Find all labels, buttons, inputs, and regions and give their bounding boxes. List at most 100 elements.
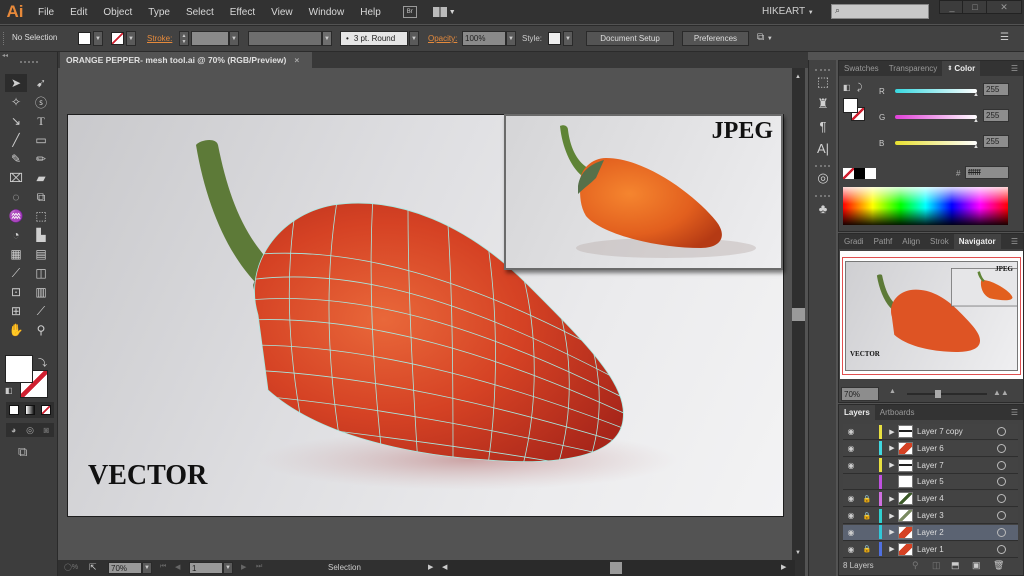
screen-mode-icon[interactable]: ⧉ <box>18 444 27 460</box>
jpeg-reference-image[interactable]: JPEG <box>504 114 783 270</box>
panel-menu-icon[interactable]: ☰ <box>1006 234 1023 249</box>
preferences-button[interactable]: Preferences <box>682 31 749 46</box>
menu-effect[interactable]: Effect <box>222 7 263 18</box>
tab-pathfinder[interactable]: Pathf <box>869 234 898 249</box>
r-channel-slider[interactable] <box>895 89 977 93</box>
b-slider-handle[interactable]: ▲ <box>973 144 979 150</box>
fill-swatch[interactable] <box>78 32 91 45</box>
tab-navigator[interactable]: Navigator <box>953 234 1001 249</box>
r-channel-input[interactable]: 255 <box>983 83 1009 96</box>
panel-menu-icon[interactable]: ☰ <box>1000 32 1009 43</box>
g-channel-slider[interactable] <box>895 115 977 119</box>
layer-row[interactable]: ◉ ▶ Layer 2 <box>843 524 1018 541</box>
layer-row[interactable]: ◉ 🔒 ▶ Layer 1 <box>843 541 1018 558</box>
create-new-layer-icon[interactable]: ▣ <box>972 560 981 571</box>
layer-row[interactable]: Layer 5 <box>843 474 1018 491</box>
layer-row[interactable]: ◉ 🔒 ▶ Layer 4 <box>843 491 1018 508</box>
tab-swatches[interactable]: Swatches <box>839 61 884 76</box>
status-menu-icon[interactable]: ▶ <box>428 563 433 571</box>
eye-icon[interactable]: ◉ <box>843 511 859 520</box>
fill-dropdown[interactable]: ▼ <box>93 31 103 46</box>
menu-file[interactable]: File <box>30 7 62 18</box>
variable-width-dropdown[interactable]: ▼ <box>322 31 332 46</box>
lasso-tool[interactable]: ⓢ <box>30 93 52 111</box>
target-icon[interactable] <box>997 460 1006 470</box>
next-artboard-icon[interactable]: ▶ <box>241 563 246 571</box>
maximize-button[interactable]: □ <box>962 0 988 14</box>
brush-dropdown[interactable]: ▼ <box>409 31 419 46</box>
warp-tool[interactable]: ♒ <box>5 207 27 225</box>
r-slider-handle[interactable]: ▲ <box>973 92 979 98</box>
document-setup-button[interactable]: Document Setup <box>586 31 674 46</box>
navigator-preview[interactable]: JPEG VECTOR <box>840 251 1023 379</box>
eyedropper-tool[interactable]: ⟋ <box>5 264 27 282</box>
expand-triangle-icon[interactable]: ▶ <box>886 461 898 469</box>
zoom-dropdown[interactable]: ▼ <box>142 562 152 574</box>
type-tool[interactable]: T <box>30 112 52 130</box>
pencil-tool[interactable]: ✏ <box>30 150 52 168</box>
artboard-number-input[interactable]: 1 <box>189 562 223 574</box>
layer-row[interactable]: ◉ ▶ Layer 7 <box>843 457 1018 474</box>
scale-tool[interactable]: ⧉ <box>30 188 52 206</box>
menu-help[interactable]: Help <box>352 7 389 18</box>
eye-icon[interactable]: ◉ <box>843 427 859 436</box>
eye-icon[interactable]: ◉ <box>843 461 859 470</box>
none-swatch[interactable] <box>843 168 854 179</box>
artboard-tool[interactable]: ⊞ <box>5 302 27 320</box>
tab-stroke[interactable]: Strok <box>925 234 954 249</box>
line-tool[interactable]: ╱ <box>5 131 27 149</box>
target-icon[interactable] <box>997 477 1006 487</box>
stroke-swatch[interactable] <box>111 32 124 45</box>
menu-view[interactable]: View <box>263 7 301 18</box>
symbols-panel-icon[interactable]: ♣ <box>809 197 837 219</box>
variable-width-profile[interactable] <box>248 31 322 46</box>
tab-layers[interactable]: Layers <box>839 405 875 420</box>
expand-triangle-icon[interactable]: ▶ <box>886 545 898 553</box>
expand-triangle-icon[interactable]: ▶ <box>886 428 898 436</box>
blend-tool[interactable]: ◫ <box>30 264 52 282</box>
gradient-tool[interactable]: ▤ <box>30 245 52 263</box>
zoom-in-icon[interactable]: ▲▲ <box>993 388 1009 397</box>
eye-icon[interactable]: ◉ <box>843 545 859 554</box>
artboard-dropdown[interactable]: ▼ <box>223 562 233 574</box>
fill-stroke-mini-icon[interactable]: ◧ <box>843 83 851 92</box>
layer-row[interactable]: ◉ 🔒 ▶ Layer 3 <box>843 508 1018 524</box>
navigator-zoom-slider[interactable] <box>907 393 987 395</box>
opacity-label[interactable]: Opacity: <box>428 34 457 43</box>
delete-layer-icon[interactable]: 🗑 <box>993 560 1004 571</box>
none-mode-button[interactable] <box>41 405 51 415</box>
navigator-zoom-handle[interactable] <box>935 390 941 398</box>
swap-colors-icon[interactable]: ⤵ <box>38 356 47 369</box>
color-spectrum[interactable] <box>843 187 1008 225</box>
horizontal-scroll-thumb[interactable] <box>610 562 622 574</box>
symbol-sprayer-tool[interactable]: ⊡ <box>5 283 27 301</box>
black-swatch[interactable] <box>854 168 865 179</box>
draw-inside-icon[interactable]: ◙ <box>44 425 49 435</box>
target-icon[interactable] <box>997 427 1006 436</box>
target-icon[interactable] <box>997 443 1006 453</box>
rectangle-tool[interactable]: ▭ <box>30 131 52 149</box>
perspective-grid-tool[interactable]: ▙ <box>30 226 52 244</box>
white-swatch[interactable] <box>865 168 876 179</box>
tab-color[interactable]: ⇕ Color <box>942 61 981 76</box>
selection-tool[interactable]: ➤ <box>5 74 27 92</box>
tab-artboards[interactable]: Artboards <box>875 405 920 420</box>
lock-icon[interactable]: 🔒 <box>859 495 875 503</box>
stroke-weight-dropdown[interactable]: ▼ <box>229 31 239 46</box>
arrange-documents-button[interactable]: ▼ <box>432 7 456 17</box>
vertical-scroll-thumb[interactable] <box>792 308 805 321</box>
close-window-button[interactable]: ✕ <box>986 0 1022 14</box>
tab-gradient[interactable]: Gradi <box>839 234 869 249</box>
paragraph-panel-icon[interactable]: ¶ <box>809 115 837 137</box>
direct-selection-tool[interactable]: ➹ <box>30 74 52 92</box>
tab-transparency[interactable]: Transparency <box>884 61 943 76</box>
expand-triangle-icon[interactable]: ▶ <box>886 444 898 452</box>
vertical-scrollbar[interactable]: ▲ ▼ <box>792 68 805 560</box>
style-dropdown[interactable]: ▼ <box>563 31 573 46</box>
scroll-down-icon[interactable]: ▼ <box>795 550 801 556</box>
create-sublayer-icon[interactable]: ⬒ <box>951 560 960 571</box>
stroke-weight-input[interactable] <box>191 31 229 46</box>
zoom-out-icon[interactable]: ▲ <box>889 388 896 395</box>
arrange-icon[interactable]: ⧉ ▼ <box>757 32 773 43</box>
scroll-right-icon[interactable]: ▶ <box>781 563 786 571</box>
